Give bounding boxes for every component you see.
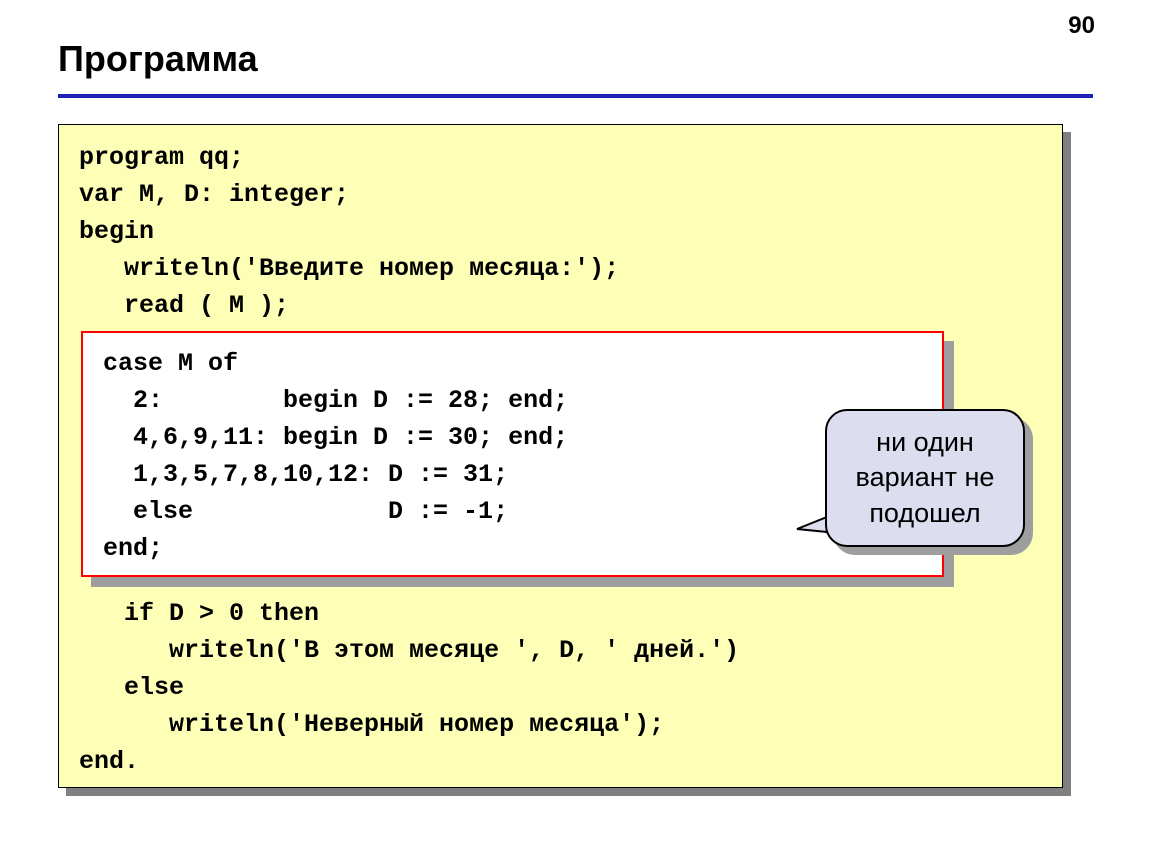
slide-title: Программа xyxy=(58,38,258,80)
code-block: program qq; var M, D: integer; begin wri… xyxy=(58,124,1063,788)
code-case: case M of 2: begin D := 28; end; 4,6,9,1… xyxy=(103,345,568,567)
code-top: program qq; var M, D: integer; begin wri… xyxy=(79,139,619,324)
code-bottom: if D > 0 then writeln('В этом месяце ', … xyxy=(79,595,739,780)
callout-bubble: ни один вариант не подошел xyxy=(825,409,1025,547)
title-divider xyxy=(58,94,1093,98)
callout-text: ни один вариант не подошел xyxy=(856,425,995,530)
page-number: 90 xyxy=(1068,12,1095,40)
